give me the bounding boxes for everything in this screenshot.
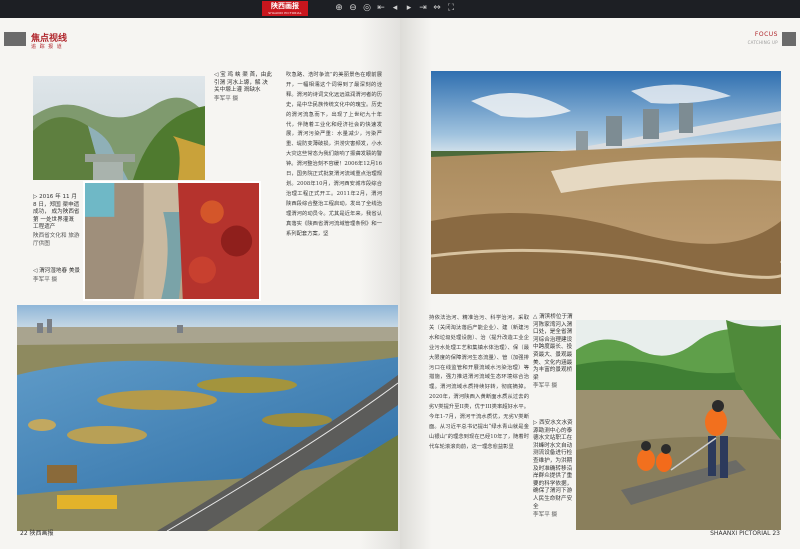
next-page-icon[interactable]: ▸	[404, 2, 414, 15]
dam-photo	[33, 76, 205, 180]
heritage-canal-photo	[83, 181, 261, 301]
first-page-icon[interactable]: ⇤	[376, 2, 386, 15]
magazine-logo[interactable]: 陕西画报 SHAANXI PICTORIAL	[262, 1, 308, 16]
caption-bridge-text: △ 渭滨桥位于渭河陈家湾河入渭口处，是全省渭河综合治理建设中跨度最长、投资最大、…	[533, 314, 573, 381]
fullscreen-icon[interactable]: ⛶	[446, 2, 456, 15]
left-body-text: 吹急路、浩时争流”的美丽景色在眼前展开，一幅相濡这个词得到了最深刻的诠释。渭河的…	[286, 72, 382, 237]
focus-title: FOCUS	[754, 31, 778, 38]
last-page-icon[interactable]: ⇥	[418, 2, 428, 15]
caption-spring-credit: 李军平 摄	[33, 276, 58, 283]
previous-page-icon[interactable]: ◂	[390, 2, 400, 15]
section-subtitle: 追 踪 报 道	[31, 44, 63, 50]
zoom-in-icon[interactable]: ⊕	[334, 2, 344, 15]
logo-main-text: 陕西画报	[271, 1, 299, 10]
zoom-out-icon[interactable]: ⊖	[348, 2, 358, 15]
zoom-reset-icon[interactable]: ◎	[362, 2, 372, 15]
caption-heritage: ▷ 2016 年 11 月 8 日，郑国 渠申遗成功， 成为陕西省第 一处世界灌…	[33, 194, 81, 248]
caption-bridge-credit: 李军平 摄	[533, 383, 558, 390]
caption-dam-credit: 李军平 摄	[214, 95, 239, 102]
reader-toolbar: 陕西画报 SHAANXI PICTORIAL ⊕ ⊖ ◎ ⇤ ◂ ▸ ⇥ ⇔ ⛶	[0, 0, 800, 18]
bridge-flood-photo	[431, 71, 781, 294]
caption-dam-text: ◁ 宝 鸡 峡 渠 首，由此引渭 河水上塬，解 决关中塬上灌 溉缺水	[214, 72, 272, 94]
caption-monitor-text: ▷ 西安水文水资源勘测中心的泰德水文站职工在洪峰时水文自动测流设备进行检查维护，…	[533, 420, 573, 510]
logo-sub-text: SHAANXI PICTORIAL	[268, 11, 302, 15]
caption-dam: ◁ 宝 鸡 峡 渠 首，由此引渭 河水上塬，解 决关中塬上灌 溉缺水 李军平 摄	[214, 72, 272, 103]
focus-subtitle: CATCHING UP	[747, 40, 778, 45]
caption-monitor: ▷ 西安水文水资源勘测中心的泰德水文站职工在洪峰时水文自动测流设备进行检查维护，…	[533, 420, 573, 520]
fit-width-icon[interactable]: ⇔	[432, 2, 442, 15]
caption-bridge: △ 渭滨桥位于渭河陈家湾河入渭口处，是全省渭河综合治理建设中跨度最长、投资最大、…	[533, 314, 573, 391]
right-page: FOCUS CATCHING UP 持依法治河、精准治污、科学治河，采取关（关闭…	[400, 18, 800, 549]
right-folio: SHAANXI PICTORIAL 23	[710, 530, 780, 537]
right-body-text: 持依法治河、精准治污、科学治河，采取关（关闭淘汰落后产能企业）、建（新建污水和垃…	[429, 315, 529, 450]
section-marker	[4, 32, 26, 46]
section-marker-right	[782, 32, 796, 46]
hydrology-workers-photo	[576, 320, 781, 530]
caption-spring-text: ◁ 渭河湿地春 美景	[33, 268, 81, 274]
toolbar-buttons: ⊕ ⊖ ◎ ⇤ ◂ ▸ ⇥ ⇔ ⛶	[334, 2, 456, 15]
caption-heritage-text: ▷ 2016 年 11 月 8 日，郑国 渠申遗成功， 成为陕西省第 一处世界灌…	[33, 194, 80, 231]
left-page: 焦点视线 追 踪 报 道 ◁ 宝 鸡 峡 渠 首，由此引渭 河水上塬，解 决关中…	[0, 18, 400, 549]
left-folio: 22 陕西画报	[20, 530, 54, 537]
caption-monitor-credit: 李军平 摄	[533, 512, 558, 519]
caption-spring: ◁ 渭河湿地春 美景 李军平 摄	[33, 268, 81, 284]
caption-heritage-credit: 陕西省文化和 旅游厅供图	[33, 232, 80, 247]
wetland-aerial-photo	[17, 305, 398, 531]
